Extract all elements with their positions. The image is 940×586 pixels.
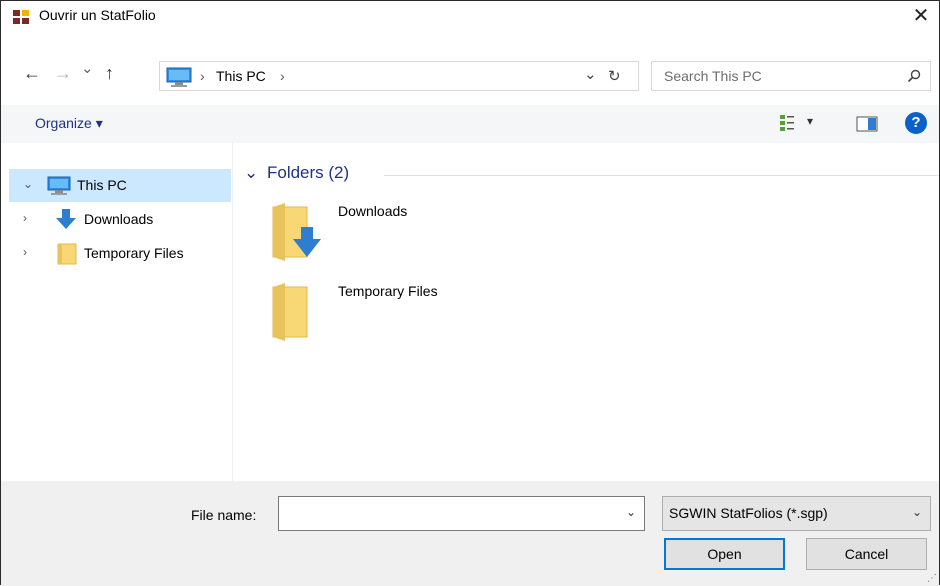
preview-pane-button[interactable]: [856, 116, 878, 135]
close-icon: ✕: [912, 5, 930, 27]
preview-pane-icon: [856, 116, 878, 135]
nav-item-this-pc[interactable]: ⌄ This PC: [9, 169, 231, 202]
folder-name: Temporary Files: [338, 283, 438, 299]
up-arrow-icon: ↑: [105, 63, 114, 83]
chevron-down-icon: ⌄: [911, 505, 922, 519]
chevron-down-icon[interactable]: ⌄: [626, 505, 636, 519]
back-arrow-icon: ←: [23, 63, 41, 83]
folder-tile-downloads[interactable]: Downloads: [270, 201, 530, 273]
breadcrumb-separator: ›: [200, 68, 205, 84]
file-name-combobox[interactable]: ⌄: [278, 496, 645, 531]
view-dropdown-icon: ▾: [807, 114, 814, 128]
expand-chevron-icon[interactable]: ›: [23, 245, 27, 259]
chevron-down-icon: ⌄: [81, 60, 94, 77]
breadcrumb-this-pc[interactable]: This PC: [216, 68, 266, 84]
dialog-footer: File name: ⌄ SGWIN StatFolios (*.sgp) ⌄ …: [1, 481, 939, 586]
back-button[interactable]: ←: [23, 63, 41, 83]
downloads-folder-icon: [270, 201, 328, 266]
folder-tile-temporary-files[interactable]: Temporary Files: [270, 281, 530, 353]
file-type-value: SGWIN StatFolios (*.sgp): [669, 505, 828, 521]
navigation-pane: ⌄ This PC › Downloads › Temporary Files: [1, 143, 233, 481]
search-icon: [907, 69, 921, 86]
help-icon: ?: [911, 114, 921, 131]
file-name-label: File name:: [191, 507, 257, 523]
resize-grip-icon[interactable]: ⋰: [927, 573, 937, 584]
address-bar[interactable]: › This PC › ⌄ ↻: [159, 61, 639, 91]
breadcrumb-separator[interactable]: ›: [280, 68, 285, 84]
recent-locations-button[interactable]: ⌄: [81, 59, 94, 79]
file-list-pane: ⌄ Folders (2) Downloads Temporary Files: [234, 143, 939, 481]
command-bar: Organize ▾ ▾ ?: [1, 105, 939, 143]
up-button[interactable]: ↑: [105, 63, 114, 83]
nav-item-label: Temporary Files: [84, 245, 184, 261]
download-arrow-icon: [55, 208, 77, 233]
nav-item-downloads[interactable]: › Downloads: [9, 203, 231, 236]
window-title: Ouvrir un StatFolio: [39, 7, 156, 23]
refresh-icon: ↻: [608, 68, 621, 85]
address-dropdown-button[interactable]: ⌄: [584, 65, 597, 83]
folder-name: Downloads: [338, 203, 408, 219]
chevron-down-icon: ⌄: [584, 66, 597, 83]
folders-group-title: Folders (2): [266, 163, 350, 182]
organize-button[interactable]: Organize ▾: [35, 115, 103, 132]
group-divider: [384, 175, 939, 176]
folders-group-header[interactable]: ⌄ Folders (2): [244, 163, 349, 183]
statgraphics-app-icon: [13, 10, 29, 24]
close-button[interactable]: ✕: [905, 1, 937, 33]
forward-arrow-icon: →: [54, 63, 72, 83]
folder-icon: [270, 281, 328, 346]
search-placeholder[interactable]: Search This PC: [664, 68, 762, 84]
help-button[interactable]: ?: [905, 112, 927, 134]
refresh-button[interactable]: ↻: [608, 67, 621, 85]
computer-icon: [47, 176, 71, 198]
forward-button[interactable]: →: [54, 63, 72, 83]
cancel-button[interactable]: Cancel: [806, 538, 927, 570]
collapse-chevron-icon: ⌄: [244, 163, 259, 182]
view-details-icon: [779, 113, 795, 136]
nav-item-temporary-files[interactable]: › Temporary Files: [9, 237, 231, 270]
nav-item-label: Downloads: [84, 211, 154, 227]
folder-icon: [57, 243, 77, 268]
search-box[interactable]: Search This PC: [651, 61, 931, 91]
expand-chevron-icon[interactable]: ›: [23, 211, 27, 225]
title-bar: Ouvrir un StatFolio ✕: [1, 1, 939, 33]
open-button[interactable]: Open: [664, 538, 785, 570]
open-file-dialog: Ouvrir un StatFolio ✕ ← → ⌄ ↑ › This PC …: [0, 0, 940, 586]
nav-item-label: This PC: [77, 177, 127, 193]
computer-icon: [166, 67, 192, 90]
file-type-select[interactable]: SGWIN StatFolios (*.sgp) ⌄: [662, 496, 931, 531]
expand-chevron-icon[interactable]: ⌄: [23, 177, 33, 191]
